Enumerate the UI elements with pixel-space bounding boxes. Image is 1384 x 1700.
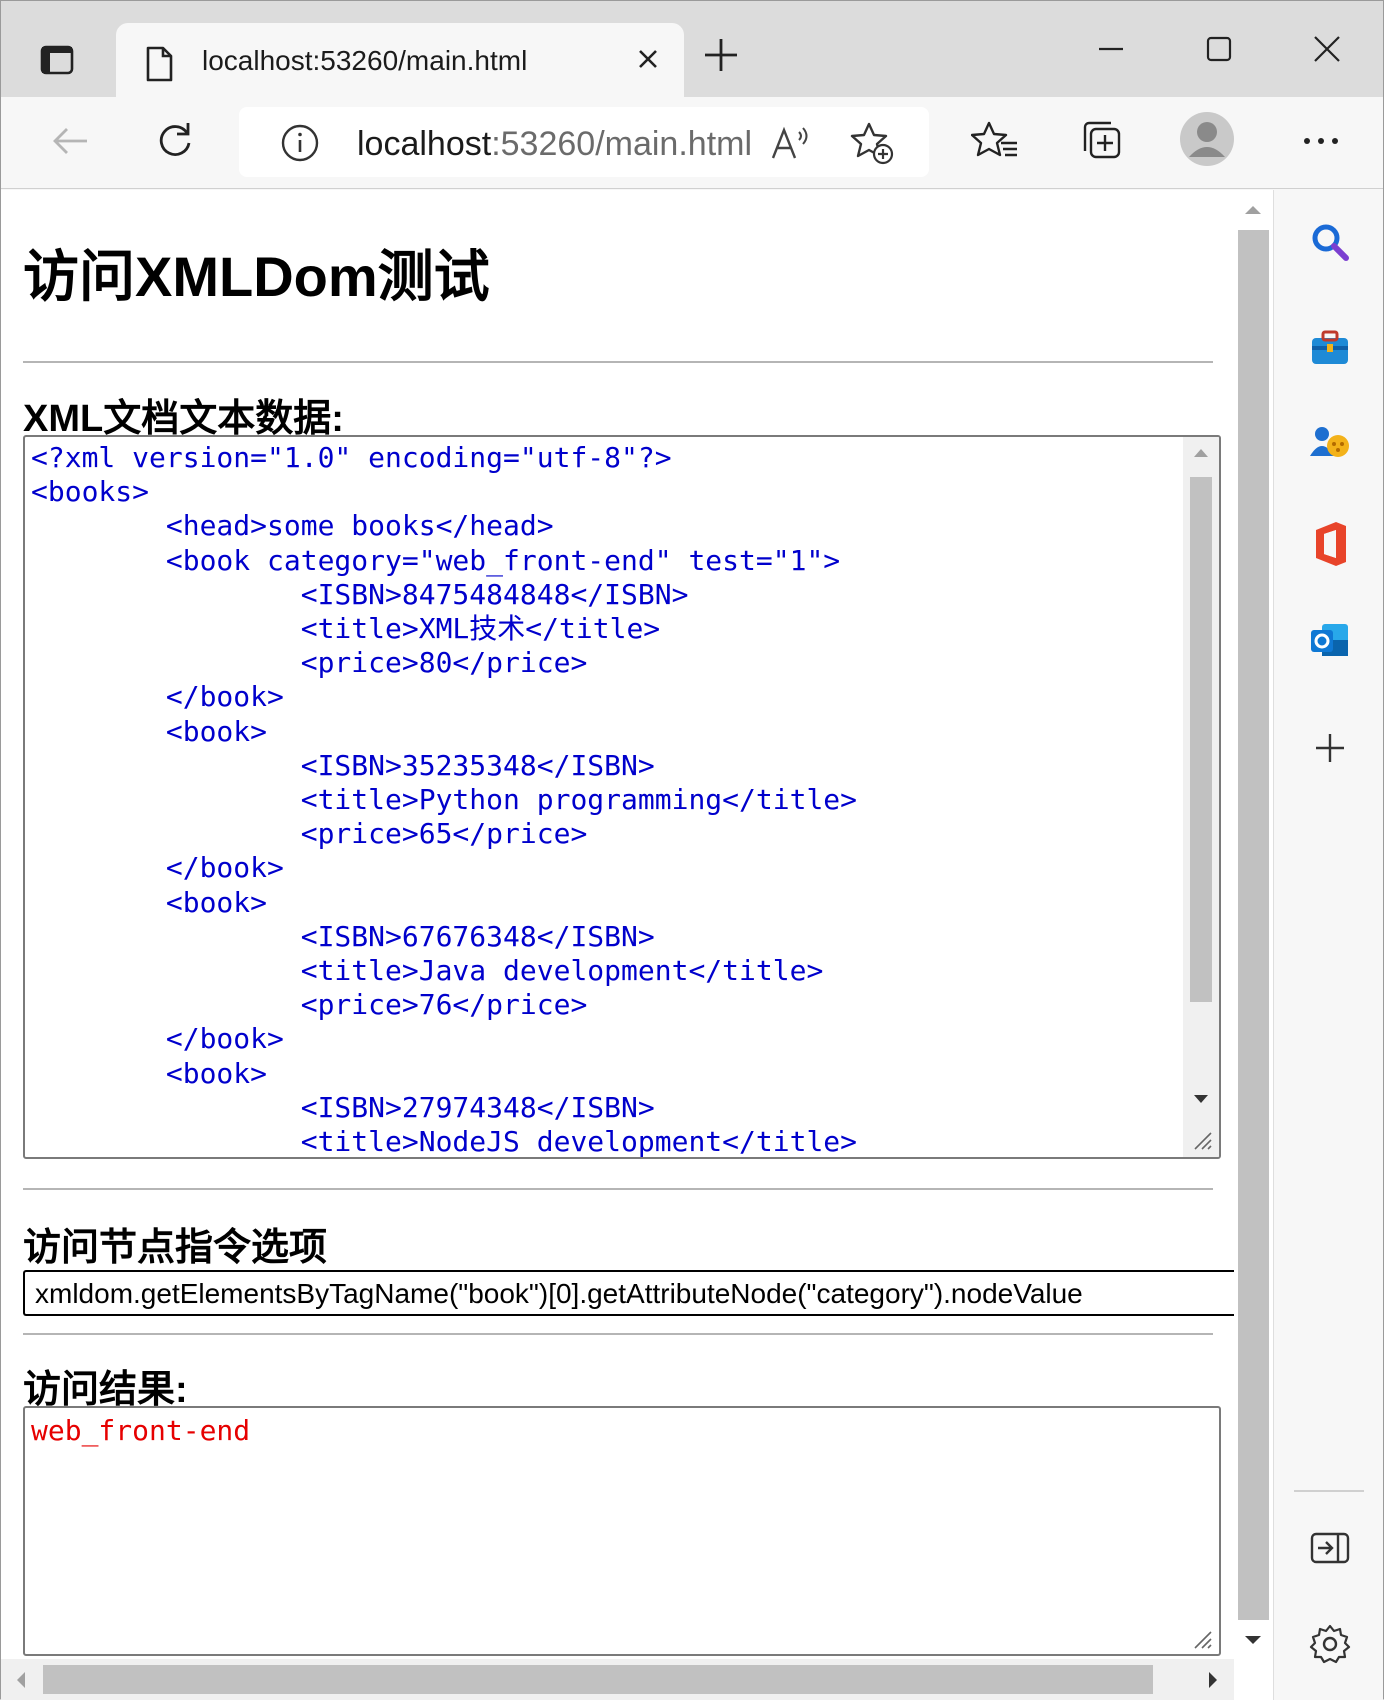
resize-grip-icon[interactable] [1191,1129,1213,1151]
xml-line: <ISBN>8475484848</ISBN> [300,577,689,611]
hide-sidebar-icon[interactable] [1308,1526,1352,1575]
result-section-title: 访问结果: [23,1369,188,1411]
office-icon[interactable] [1308,520,1352,573]
back-arrow-icon[interactable] [47,117,95,170]
tools-icon[interactable] [1308,326,1352,375]
tab-actions-icon[interactable] [27,33,83,83]
browser-toolbar: localhost:53260/main.html [1,97,1383,189]
divider [23,1333,1213,1335]
xml-line: </book> [165,1022,284,1056]
xml-line: <book> [165,1056,268,1090]
result-textarea[interactable]: web_front-end [23,1406,1221,1656]
search-icon[interactable] [1308,220,1352,269]
xml-line: <title>Java development</title> [300,954,824,988]
page-horizontal-scrollbar[interactable] [1,1659,1234,1700]
new-tab-icon[interactable] [703,37,739,78]
site-info-icon[interactable] [279,122,321,169]
xml-line: <book category="web_front-end" test="1"> [165,543,841,577]
edge-sidebar [1273,190,1383,1700]
settings-gear-icon[interactable] [1308,1622,1352,1671]
xml-line: <ISBN>35235348</ISBN> [300,748,655,782]
scroll-down-arrow-icon[interactable] [1244,1634,1262,1646]
scroll-right-arrow-icon[interactable] [1207,1671,1219,1689]
divider [23,1188,1213,1190]
add-sidebar-app-icon[interactable] [1308,726,1352,775]
command-section-title: 访问节点指令选项 [23,1227,328,1269]
scroll-up-arrow-icon[interactable] [1193,447,1209,459]
xml-line: <ISBN>67676348</ISBN> [300,919,655,953]
page-vertical-scrollbar[interactable] [1234,190,1273,1700]
resize-grip-icon[interactable] [1191,1628,1213,1650]
browser-window: localhost:53260/main.html localhost:5326… [0,0,1384,1700]
maximize-icon[interactable] [1199,29,1239,74]
read-aloud-icon[interactable] [769,122,813,169]
collections-icon[interactable] [1077,117,1125,170]
xml-text: <?xml version="1.0" encoding="utf-8"?> <… [31,441,858,1159]
xml-line: <ISBN>27974348</ISBN> [300,1090,655,1124]
refresh-icon[interactable] [151,117,199,170]
xml-line: <title>XML技术</title> [300,612,661,646]
address-bar[interactable]: localhost:53260/main.html [239,107,929,177]
page-hscroll-thumb[interactable] [43,1665,1153,1694]
xml-line: <title>NodeJS development</title> [31,1125,858,1159]
scroll-down-arrow-icon[interactable] [1193,1093,1209,1105]
page-title: 访问XMLDom测试 [23,245,490,308]
scroll-up-arrow-icon[interactable] [1244,204,1262,216]
page-icon [142,45,176,88]
outlook-icon[interactable] [1308,618,1352,667]
active-tab[interactable]: localhost:53260/main.html [116,23,684,99]
url-path: :53260/main.html [491,125,753,163]
xml-line: <title>Python programming</title> [300,783,858,817]
textarea-scroll-thumb[interactable] [1190,477,1212,1002]
xml-line: <?xml version="1.0" encoding="utf-8"?> [31,441,672,474]
close-tab-icon[interactable] [630,41,666,82]
textarea-scrollbar[interactable] [1183,437,1219,1157]
page-content: 访问XMLDom测试 XML文档文本数据: <?xml version="1.0… [1,190,1273,1700]
xml-line: <book> [165,885,268,919]
result-text: web_front-end [31,1414,251,1447]
xml-line: <price>65</price> [300,817,588,851]
scrollbar-corner [1234,1659,1273,1700]
profile-avatar-icon[interactable] [1179,111,1235,172]
page-scroll-thumb[interactable] [1238,230,1269,1620]
tab-strip: localhost:53260/main.html [1,1,1383,99]
xml-line: </book> [165,851,284,885]
url-host: localhost [357,125,492,163]
games-icon[interactable] [1308,422,1352,471]
scroll-left-arrow-icon[interactable] [15,1671,27,1689]
xml-line: <price>80</price> [300,646,588,680]
more-options-icon[interactable] [1297,117,1345,170]
close-window-icon[interactable] [1307,29,1347,74]
xml-line: <head>some books</head> [165,509,554,543]
divider [23,361,1213,363]
favorites-icon[interactable] [970,117,1019,170]
xml-line: <books> [31,475,150,509]
tab-title: localhost:53260/main.html [202,45,528,76]
url-text[interactable]: localhost:53260/main.html [357,125,752,164]
add-favorite-icon[interactable] [849,120,895,171]
sidebar-divider [1294,1490,1364,1492]
xml-line: <book> [165,714,268,748]
xml-line: <price>76</price> [300,988,588,1022]
command-input[interactable]: xmldom.getElementsByTagName("book")[0].g… [23,1270,1237,1316]
xml-section-title: XML文档文本数据: [23,398,344,440]
xml-textarea[interactable]: <?xml version="1.0" encoding="utf-8"?> <… [23,435,1221,1159]
minimize-icon[interactable] [1091,29,1131,74]
xml-line: </book> [165,680,284,714]
